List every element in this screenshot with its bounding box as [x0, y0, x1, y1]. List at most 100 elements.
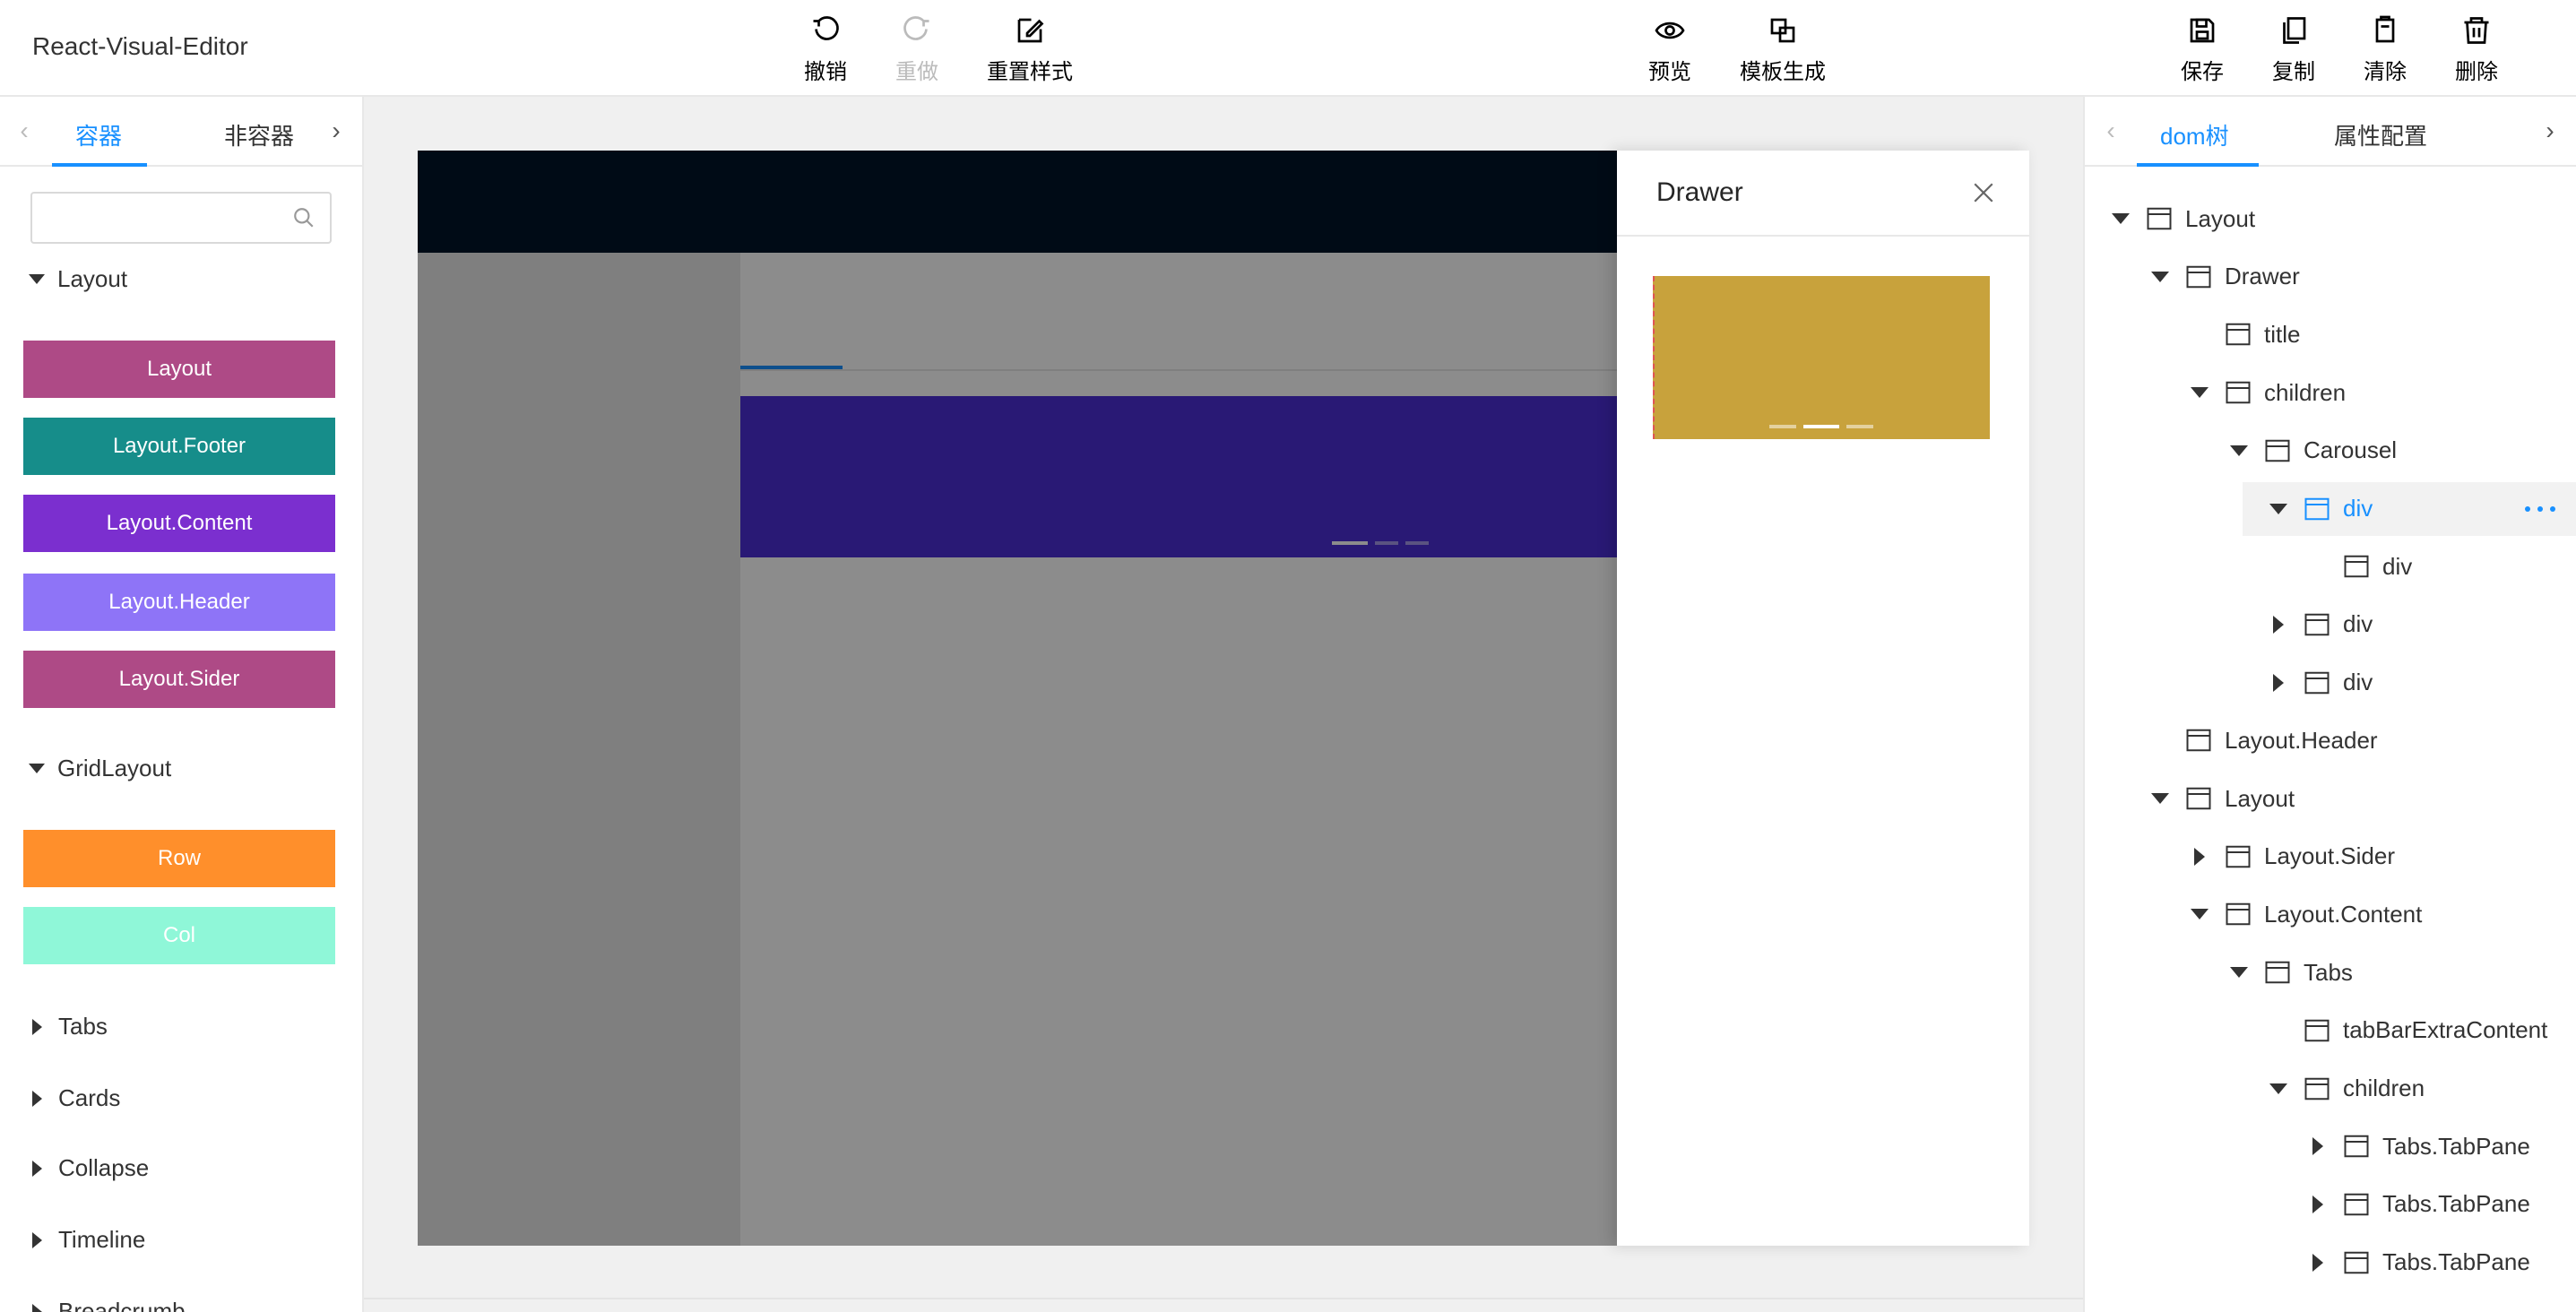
- caret-down-icon[interactable]: [2191, 909, 2209, 920]
- component-item[interactable]: Row: [23, 830, 335, 887]
- tree-node-label: tabBarExtraContent: [2343, 1016, 2548, 1044]
- redo-button[interactable]: 重做: [859, 9, 975, 90]
- carousel-dot[interactable]: [1769, 425, 1796, 428]
- preview-button[interactable]: 预览: [1612, 9, 1728, 90]
- group-breadcrumb[interactable]: Breadcrumb: [29, 1298, 186, 1312]
- undo-icon: [813, 15, 839, 40]
- tree-node[interactable]: div: [2309, 539, 2412, 593]
- tab-prev-arrow-icon[interactable]: ‹: [11, 117, 38, 145]
- caret-down-icon[interactable]: [2112, 213, 2130, 224]
- carousel-dot[interactable]: [1803, 425, 1839, 428]
- drawer-panel: Drawer: [1617, 151, 2029, 1246]
- tree-node-label: Layout: [2185, 204, 2256, 232]
- tree-node[interactable]: Tabs.TabPane: [2309, 1178, 2530, 1231]
- component-item[interactable]: Col: [23, 907, 335, 964]
- tree-node-label: Tabs.TabPane: [2382, 1132, 2530, 1160]
- drawer-carousel[interactable]: [1653, 276, 1990, 439]
- tree-node[interactable]: Tabs.TabPane: [2309, 1236, 2530, 1290]
- component-search-input[interactable]: [32, 194, 283, 242]
- tree-node[interactable]: tabBarExtraContent: [2269, 1004, 2547, 1057]
- close-icon[interactable]: [1972, 181, 1995, 204]
- redo-label: 重做: [895, 59, 938, 84]
- tree-node[interactable]: div: [2269, 598, 2373, 652]
- group-label: Collapse: [58, 1154, 150, 1181]
- component-item[interactable]: Layout: [23, 341, 335, 398]
- tree-node-label: title: [2264, 320, 2301, 348]
- drawer-title: Drawer: [1656, 177, 1743, 207]
- caret-down-icon[interactable]: [2151, 271, 2169, 282]
- caret-right-icon[interactable]: [2312, 1137, 2323, 1156]
- tab-non-container[interactable]: 非容器: [224, 118, 294, 151]
- tree-node-label: Tabs.TabPane: [2382, 1190, 2530, 1218]
- drawer-header: Drawer: [1617, 151, 2029, 237]
- reset-style-label: 重置样式: [987, 59, 1073, 84]
- template-button[interactable]: 模板生成: [1725, 9, 1841, 90]
- caret-down-icon[interactable]: [2191, 387, 2209, 399]
- caret-right-icon: [32, 1231, 42, 1248]
- carousel-dot[interactable]: [1846, 425, 1873, 428]
- caret-down-icon[interactable]: [2230, 967, 2248, 979]
- caret-down-icon[interactable]: [2269, 1083, 2287, 1094]
- tree-node[interactable]: Drawer: [2151, 250, 2300, 304]
- tree-node[interactable]: Carousel: [2230, 424, 2397, 478]
- tree-node[interactable]: Tabs.TabPane: [2309, 1119, 2530, 1173]
- group-tabs[interactable]: Tabs: [29, 1013, 108, 1040]
- group-label: Timeline: [58, 1226, 146, 1253]
- tree-node-label: children: [2343, 1075, 2425, 1101]
- caret-down-icon[interactable]: [2269, 503, 2287, 514]
- layout-node-icon: [2304, 613, 2330, 636]
- more-icon[interactable]: [2524, 505, 2556, 513]
- tree-node[interactable]: Tabs: [2230, 945, 2353, 999]
- copy-label: 复制: [2272, 59, 2315, 84]
- group-cards[interactable]: Cards: [29, 1084, 120, 1112]
- tree-node[interactable]: Layout.Sider: [2191, 830, 2395, 884]
- group-grid-layout[interactable]: GridLayout: [29, 755, 171, 782]
- tab-prev-arrow-icon[interactable]: ‹: [2097, 117, 2124, 145]
- tab-next-arrow-icon[interactable]: ›: [2537, 117, 2563, 145]
- caret-down-icon[interactable]: [2151, 793, 2169, 804]
- caret-down-icon[interactable]: [2230, 445, 2248, 456]
- edit-icon: [1017, 18, 1044, 42]
- caret-right-icon[interactable]: [2273, 615, 2284, 634]
- group-timeline[interactable]: Timeline: [29, 1226, 145, 1254]
- tree-node-label: Tabs: [2304, 958, 2353, 986]
- component-item[interactable]: Layout.Content: [23, 495, 335, 552]
- block-icon: [1770, 18, 1795, 42]
- group-layout[interactable]: Layout: [29, 265, 127, 293]
- tree-node[interactable]: div: [2243, 481, 2576, 536]
- active-tab-indicator: [2137, 163, 2259, 167]
- tree-node[interactable]: children: [2191, 366, 2346, 419]
- tree-node[interactable]: Layout.Content: [2191, 887, 2422, 941]
- caret-right-icon[interactable]: [2312, 1253, 2323, 1272]
- search-icon[interactable]: [292, 206, 316, 229]
- eye-icon: [1655, 22, 1685, 39]
- layout-node-icon: [2304, 1077, 2330, 1100]
- layout-node-icon: [2226, 381, 2251, 404]
- save-icon: [2190, 18, 2215, 42]
- component-item[interactable]: Layout.Sider: [23, 651, 335, 708]
- tree-node[interactable]: div: [2269, 656, 2373, 710]
- tab-dom-tree[interactable]: dom树: [2160, 118, 2229, 151]
- tree-node[interactable]: title: [2191, 307, 2300, 361]
- tree-node[interactable]: Layout: [2112, 192, 2255, 246]
- tree-node[interactable]: children: [2269, 1062, 2425, 1116]
- caret-right-icon[interactable]: [2273, 673, 2284, 692]
- component-item[interactable]: Layout.Header: [23, 574, 335, 631]
- reset-style-button[interactable]: 重置样式: [972, 9, 1088, 90]
- caret-right-icon[interactable]: [2312, 1195, 2323, 1213]
- tab-container[interactable]: 容器: [75, 118, 122, 151]
- caret-right-icon: [32, 1160, 42, 1177]
- group-collapse[interactable]: Collapse: [29, 1154, 149, 1182]
- delete-button[interactable]: 删除: [2418, 9, 2535, 90]
- drawer-mask[interactable]: [418, 151, 1617, 1246]
- tab-next-arrow-icon[interactable]: ›: [323, 117, 350, 145]
- caret-right-icon[interactable]: [2194, 847, 2205, 866]
- template-label: 模板生成: [1740, 59, 1826, 84]
- tree-node[interactable]: Layout: [2151, 772, 2295, 825]
- tree-node-label: Carousel: [2304, 436, 2398, 464]
- tree-node[interactable]: Layout.Header: [2151, 713, 2378, 767]
- copy-icon: [2283, 16, 2306, 44]
- caret-down-icon: [29, 764, 45, 773]
- component-item[interactable]: Layout.Footer: [23, 418, 335, 475]
- tab-properties[interactable]: 属性配置: [2334, 118, 2427, 151]
